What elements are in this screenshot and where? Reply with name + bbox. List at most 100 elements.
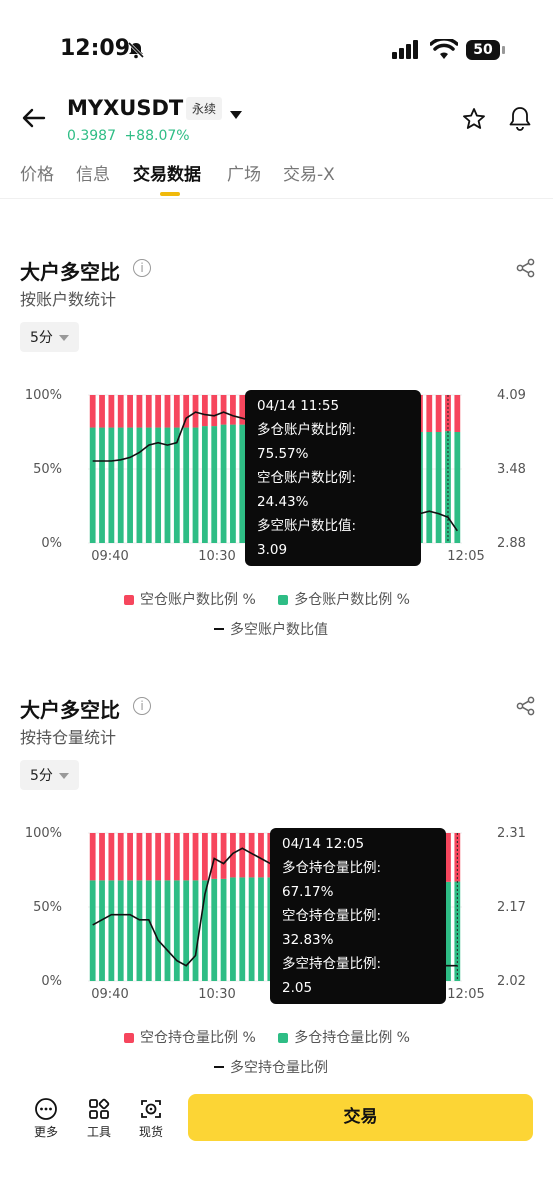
bar-long xyxy=(99,427,105,543)
section-title: 大户多空比 xyxy=(20,260,120,284)
bar-long xyxy=(183,427,190,543)
bar-long xyxy=(192,427,199,543)
bar-long xyxy=(220,424,227,543)
bar-short xyxy=(211,833,218,879)
caret-down-icon xyxy=(58,335,69,341)
bar-short xyxy=(99,833,105,881)
bar-long xyxy=(127,427,133,543)
tooltip-long-value: 75.57% xyxy=(257,446,309,462)
bar-short xyxy=(164,833,171,881)
bar-long xyxy=(173,427,180,543)
bar-long xyxy=(117,880,124,981)
tooltip-long-label: 多仓持仓量比例: xyxy=(282,860,382,876)
cellular-signal-icon xyxy=(392,40,422,64)
bar-long xyxy=(155,880,162,981)
share-icon[interactable] xyxy=(516,258,536,282)
more-button[interactable]: 更多 xyxy=(24,1097,68,1140)
bar-short xyxy=(136,833,143,881)
y-left-tick: 0% xyxy=(41,974,62,989)
legend-long: 多仓账户数比例 % xyxy=(278,592,410,608)
legend-line: 多空持仓量比例 xyxy=(214,1057,328,1077)
bar-short xyxy=(99,395,105,428)
tooltip-time: 04/14 11:55 xyxy=(257,398,340,414)
bell-off-icon xyxy=(126,40,146,64)
legend-short-label: 空仓持仓量比例 % xyxy=(140,1030,256,1046)
bar-long xyxy=(239,877,246,981)
legend-swatch-short xyxy=(124,1033,134,1043)
bar-short xyxy=(127,395,133,428)
tab-price[interactable]: 价格 xyxy=(20,160,54,185)
tools-label: 工具 xyxy=(86,1125,111,1139)
caret-down-icon xyxy=(58,773,69,779)
tab-info[interactable]: 信息 xyxy=(76,160,110,185)
bar-long xyxy=(164,880,171,981)
bar-long xyxy=(230,877,236,981)
y-right-tick: 2.17 xyxy=(497,900,526,915)
bar-short xyxy=(108,833,115,881)
spot-button[interactable]: 现货 xyxy=(129,1097,173,1140)
legend-swatch-line xyxy=(214,628,224,630)
tooltip-ratio-label: 多空持仓量比例: xyxy=(282,956,382,972)
legend-short: 空仓持仓量比例 % xyxy=(124,1030,256,1046)
bar-long xyxy=(89,427,96,543)
tab-trade-x[interactable]: 交易-X xyxy=(283,160,335,185)
bar-short xyxy=(117,395,124,428)
bar-short xyxy=(155,395,162,428)
tab-square[interactable]: 广场 xyxy=(227,160,261,185)
bar-short xyxy=(201,395,208,427)
back-arrow-icon[interactable] xyxy=(22,108,46,132)
info-icon[interactable]: i xyxy=(133,259,151,277)
y-left-tick: 0% xyxy=(41,536,62,551)
legend-swatch-line xyxy=(214,1066,224,1068)
bar-long xyxy=(127,880,133,981)
bar-short xyxy=(201,833,208,881)
bell-icon[interactable] xyxy=(508,106,532,136)
status-time: 12:09 xyxy=(60,36,131,61)
tooltip-short-label: 空仓账户数比例: xyxy=(257,470,357,486)
bar-short xyxy=(239,833,246,878)
chart-tooltip: 04/14 11:55 多仓账户数比例: 75.57% 空仓账户数比例: 24.… xyxy=(245,390,421,566)
y-right-tick: 2.02 xyxy=(497,974,526,989)
tools-button[interactable]: 工具 xyxy=(77,1097,121,1140)
legend-short: 空仓账户数比例 % xyxy=(124,592,256,608)
symbol-title[interactable]: MYXUSDT xyxy=(67,96,183,120)
share-icon[interactable] xyxy=(516,696,536,720)
y-left-tick: 100% xyxy=(25,826,62,841)
bar-short xyxy=(145,395,152,428)
bar-long xyxy=(201,426,208,543)
tools-icon xyxy=(89,1098,110,1119)
battery-tip xyxy=(502,46,505,54)
star-icon[interactable] xyxy=(462,107,486,135)
x-tick: 12:05 xyxy=(447,549,484,564)
bar-long xyxy=(89,880,96,981)
info-icon[interactable]: i xyxy=(133,697,151,715)
interval-label: 5分 xyxy=(30,330,53,346)
x-tick: 09:40 xyxy=(91,987,128,1002)
bar-short xyxy=(258,833,264,878)
interval-selector[interactable]: 5分 xyxy=(20,760,79,790)
y-left-tick: 50% xyxy=(33,462,62,477)
bar-short xyxy=(136,395,143,428)
tooltip-short-value: 32.83% xyxy=(282,932,334,948)
caret-down-icon[interactable] xyxy=(230,104,242,123)
bar-long xyxy=(136,880,143,981)
section-title: 大户多空比 xyxy=(20,698,120,722)
tab-trading-data[interactable]: 交易数据 xyxy=(133,160,201,185)
bar-long xyxy=(258,877,264,981)
x-tick: 10:30 xyxy=(198,549,235,564)
x-tick: 09:40 xyxy=(91,549,128,564)
spot-label: 现货 xyxy=(138,1125,163,1139)
bar-short xyxy=(426,395,433,432)
tooltip-ratio-value: 2.05 xyxy=(282,980,313,996)
tooltip-time: 04/14 12:05 xyxy=(282,836,365,852)
bar-long xyxy=(220,878,227,981)
y-right-tick: 2.31 xyxy=(497,826,526,841)
tooltip-long-value: 67.17% xyxy=(282,884,334,900)
interval-selector[interactable]: 5分 xyxy=(20,322,79,352)
bar-long xyxy=(108,880,115,981)
bar-long xyxy=(108,427,115,543)
trade-button[interactable]: 交易 xyxy=(188,1094,533,1141)
bar-long xyxy=(173,880,180,981)
tab-bar: 价格 信息 交易数据 广场 交易-X xyxy=(0,160,553,200)
bar-long xyxy=(230,424,236,543)
